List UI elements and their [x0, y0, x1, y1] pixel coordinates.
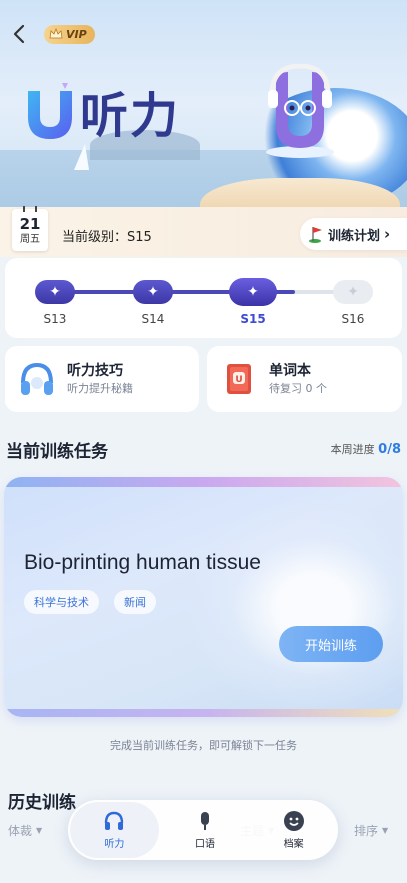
mascot-illustration — [266, 64, 334, 158]
level-label-s14: S14 — [141, 312, 165, 326]
training-plan-label: 训练计划 — [328, 228, 381, 244]
filter-sort-label: 排序 — [354, 824, 379, 838]
level-node-s15[interactable]: ✦ — [229, 278, 277, 306]
hero-banner: VIP 听力 — [0, 0, 407, 230]
task-card-bottom-edge — [4, 709, 403, 717]
caret-down-icon: ▼ — [382, 826, 389, 835]
task-tag-news: 新闻 — [114, 590, 156, 614]
calendar-weekday: 周五 — [20, 234, 40, 245]
chevron-right-icon: › — [384, 225, 391, 243]
filter-sort[interactable]: 排序 ▼ — [354, 822, 388, 839]
back-button[interactable] — [8, 22, 30, 46]
star-icon: ✦ — [247, 284, 259, 300]
level-node-s16[interactable]: ✦ — [333, 280, 373, 304]
week-progress-value: 0/8 — [378, 442, 401, 457]
unlock-hint: 完成当前训练任务，即可解锁下一任务 — [110, 739, 297, 752]
task-title: Bio-printing human tissue — [24, 551, 261, 574]
task-card[interactable]: Bio-printing human tissue 科学与技术 新闻 开始训练 — [4, 477, 403, 717]
level-node-s13[interactable]: ✦ — [35, 280, 75, 304]
nav-speaking[interactable]: 口语 — [161, 800, 250, 860]
golf-flag-icon — [309, 227, 322, 243]
calendar-icon: 21 周五 — [12, 206, 48, 251]
u-logo-icon — [28, 83, 72, 139]
task-tag-science: 科学与技术 — [24, 590, 99, 614]
level-label-s16: S16 — [341, 312, 365, 326]
star-icon: ✦ — [147, 284, 159, 300]
caret-down-icon: ▼ — [36, 826, 43, 835]
nav-speaking-label: 口语 — [195, 839, 215, 850]
vip-badge: VIP — [44, 25, 95, 44]
week-progress-label: 本周进度 — [330, 443, 375, 456]
microphone-icon — [201, 812, 209, 830]
profile-icon — [283, 811, 304, 831]
brand-logo: 听力 — [24, 76, 180, 146]
listening-tips-title: 听力技巧 — [67, 363, 123, 379]
task-card-swirl — [184, 497, 403, 717]
crown-icon — [49, 28, 63, 39]
task-card-top-edge — [4, 477, 403, 487]
nav-profile[interactable]: 档案 — [249, 800, 338, 860]
vocabulary-book-card[interactable]: U 单词本 待复习 0 个 — [207, 346, 402, 412]
vocabulary-book-title: 单词本 — [269, 363, 311, 379]
nav-listening-label: 听力 — [104, 839, 125, 850]
vocabulary-book-subtitle: 待复习 0 个 — [269, 382, 327, 395]
svg-text:U: U — [235, 375, 242, 385]
level-label-s15: S15 — [240, 312, 266, 326]
nav-profile-label: 档案 — [283, 839, 304, 850]
listening-tips-card[interactable]: 听力技巧 听力提升秘籍 — [5, 346, 199, 412]
star-icon: ✦ — [49, 284, 61, 300]
chevron-left-icon — [13, 24, 25, 44]
brand-title: 听力 — [80, 88, 181, 144]
level-label-s13: S13 — [43, 312, 67, 326]
headphones-icon — [21, 362, 53, 395]
listening-tips-subtitle: 听力提升秘籍 — [67, 382, 133, 395]
current-level-text: 当前级别：S15 — [62, 230, 152, 245]
nav-listening[interactable]: 听力 — [70, 802, 159, 858]
level-node-s14[interactable]: ✦ — [133, 280, 173, 304]
start-training-button[interactable]: 开始训练 — [279, 626, 383, 662]
filter-genre[interactable]: 体裁 ▼ — [8, 822, 42, 839]
bottom-nav: 听力 口语 档案 — [68, 800, 338, 860]
vocabulary-book-icon: U — [227, 364, 251, 394]
star-icon: ✦ — [347, 284, 359, 300]
calendar-day: 21 — [19, 215, 41, 233]
current-tasks-title: 当前训练任务 — [6, 442, 108, 462]
history-title: 历史训练 — [8, 793, 76, 813]
sailboat-icon — [74, 144, 89, 170]
level-track — [55, 290, 355, 294]
week-progress: 本周进度 0/8 — [331, 441, 401, 457]
level-progress-card: ✦ ✦ ✦ ✦ S13 S14 S15 S16 — [5, 258, 402, 338]
training-plan-button[interactable]: 训练计划 › — [300, 218, 407, 250]
filter-genre-label: 体裁 — [8, 824, 33, 838]
headphones-icon — [105, 811, 124, 830]
vip-label: VIP — [66, 28, 87, 41]
